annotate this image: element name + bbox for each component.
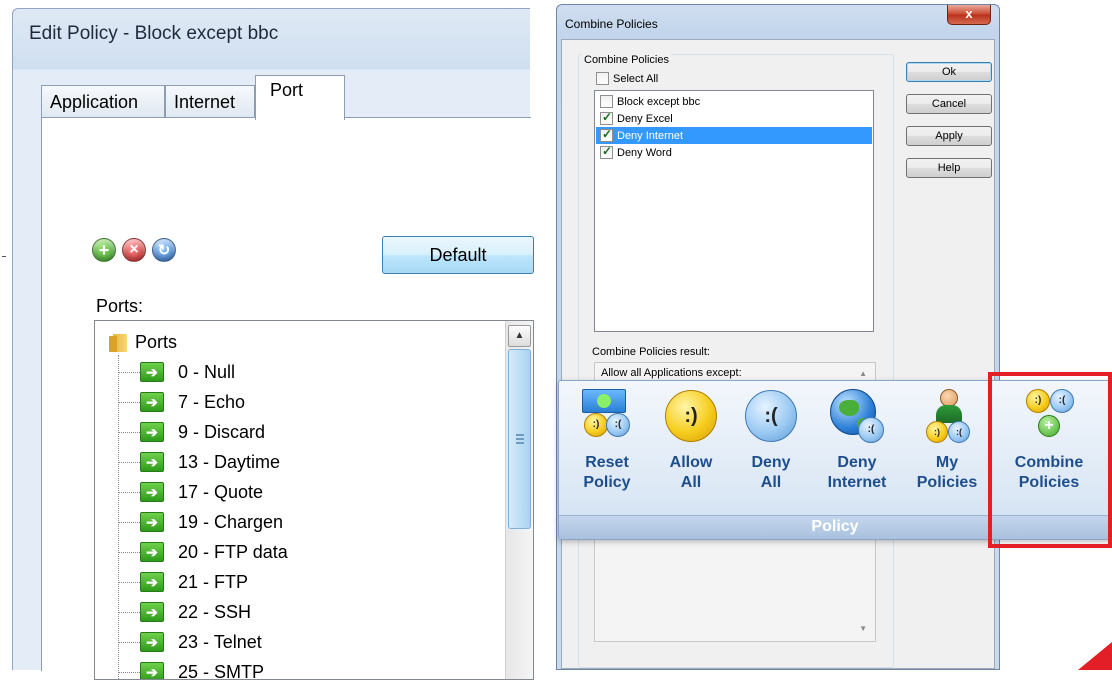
edit-policy-window: Edit Policy - Block except bbc Applicati… [12, 8, 530, 670]
arrow-right-icon: ➔ [140, 392, 164, 412]
policy-label: Deny Internet [617, 130, 683, 142]
result-text: Allow all Applications except: [601, 367, 742, 379]
ribbon-button-label: Reset Policy [583, 453, 630, 493]
tree-item-label: 17 - Quote [178, 482, 263, 503]
policy-label: Deny Word [617, 147, 672, 159]
happy-face-icon: :) [662, 387, 720, 445]
vertical-scrollbar[interactable]: ▲ [505, 321, 533, 679]
remove-icon[interactable]: × [122, 238, 146, 262]
tree-item-label: 13 - Daytime [178, 452, 280, 473]
combine-policies-dialog: Combine Policies x Combine Policies Sele… [556, 4, 1000, 670]
select-all-checkbox[interactable]: Select All [596, 72, 658, 85]
sad-face-icon: :( [742, 387, 800, 445]
tree-root[interactable]: Ports [109, 329, 177, 355]
tab-internet[interactable]: Internet [165, 85, 255, 119]
tree-item[interactable]: ➔ 22 - SSH [118, 597, 251, 627]
arrow-right-icon: ➔ [140, 482, 164, 502]
tree-item[interactable]: ➔ 7 - Echo [118, 387, 245, 417]
checkbox-checked-icon[interactable] [600, 129, 613, 142]
close-icon[interactable]: x [947, 5, 991, 25]
reset-policy-button[interactable]: :) :( Reset Policy [567, 387, 647, 513]
tree-item[interactable]: ➔ 21 - FTP [118, 567, 248, 597]
tree-item-label: 0 - Null [178, 362, 235, 383]
arrow-right-icon: ➔ [140, 602, 164, 622]
ribbon-button-label: Deny All [751, 453, 790, 493]
edge-tick [2, 256, 6, 257]
scroll-down-arrow-icon[interactable]: ▼ [859, 624, 867, 633]
arrow-right-icon: ➔ [140, 572, 164, 592]
add-icon[interactable]: + [92, 238, 116, 262]
default-button[interactable]: Default [382, 236, 534, 274]
grip-icon [516, 434, 524, 444]
dialog-body: Combine Policies Select All Block except… [561, 39, 995, 669]
globe-sad-icon: :( [828, 387, 886, 445]
tree-item[interactable]: ➔ 13 - Daytime [118, 447, 280, 477]
deny-all-button[interactable]: :( Deny All [733, 387, 809, 513]
checkbox-checked-icon[interactable] [600, 112, 613, 125]
ribbon-button-label: My Policies [917, 453, 977, 493]
deny-internet-button[interactable]: :( Deny Internet [815, 387, 899, 513]
policy-list[interactable]: Block except bbc Deny Excel Deny Interne… [594, 90, 874, 332]
ribbon-button-label: Deny Internet [828, 453, 887, 493]
group-label: Combine Policies [582, 54, 671, 66]
list-item[interactable]: Deny Internet [596, 127, 872, 144]
arrow-right-icon: ➔ [140, 632, 164, 652]
arrow-right-icon: ➔ [140, 422, 164, 442]
checkbox-icon[interactable] [596, 72, 609, 85]
scroll-up-arrow-icon[interactable]: ▲ [508, 325, 531, 347]
my-policies-button[interactable]: :) :( My Policies [905, 387, 989, 513]
port-tab-panel: + × ↻ Default Ports: Ports ➔ 0 - Null ➔ 7 … [41, 117, 531, 671]
folder-icon [109, 332, 127, 352]
tree-item-label: 22 - SSH [178, 602, 251, 623]
checkbox-icon[interactable] [600, 95, 613, 108]
policy-label: Block except bbc [617, 96, 700, 108]
dialog-title: Combine Policies [565, 17, 658, 31]
arrow-right-icon: ➔ [140, 452, 164, 472]
tree-item[interactable]: ➔ 9 - Discard [118, 417, 265, 447]
arrow-right-icon: ➔ [140, 512, 164, 532]
tree-item[interactable]: ➔ 19 - Chargen [118, 507, 283, 537]
ports-tree[interactable]: Ports ➔ 0 - Null ➔ 7 - Echo ➔ 9 - Discard ➔… [94, 320, 534, 680]
help-button[interactable]: Help [906, 158, 992, 178]
scroll-thumb[interactable] [508, 349, 531, 529]
policy-label: Deny Excel [617, 113, 673, 125]
tree-item-label: 19 - Chargen [178, 512, 283, 533]
cancel-button[interactable]: Cancel [906, 94, 992, 114]
ribbon-button-label: Allow All [670, 453, 713, 493]
tab-port[interactable]: Port [255, 75, 345, 120]
tree-item[interactable]: ➔ 23 - Telnet [118, 627, 262, 657]
allow-all-button[interactable]: :) Allow All [653, 387, 729, 513]
select-all-label: Select All [613, 73, 658, 85]
tree-item-label: 21 - FTP [178, 572, 248, 593]
ok-button[interactable]: Ok [906, 62, 992, 82]
red-arrow-icon [1078, 642, 1112, 670]
tree-item-label: 25 - SMTP [178, 662, 264, 680]
tree-item[interactable]: ➔ 25 - SMTP [118, 657, 264, 680]
ports-label: Ports: [96, 296, 143, 317]
window-title: Edit Policy - Block except bbc [29, 23, 278, 45]
scroll-up-arrow-icon[interactable]: ▲ [859, 369, 867, 378]
tree-item[interactable]: ➔ 0 - Null [118, 357, 235, 387]
tree-item[interactable]: ➔ 20 - FTP data [118, 537, 288, 567]
list-item[interactable]: Deny Excel [596, 110, 872, 127]
tree-item-label: 7 - Echo [178, 392, 245, 413]
tree-root-label: Ports [135, 332, 177, 353]
reset-policy-icon: :) :( [578, 387, 636, 445]
list-item[interactable]: Block except bbc [596, 93, 872, 110]
checkbox-checked-icon[interactable] [600, 146, 613, 159]
apply-button[interactable]: Apply [906, 126, 992, 146]
tree-item[interactable]: ➔ 17 - Quote [118, 477, 263, 507]
tree-item-label: 23 - Telnet [178, 632, 262, 653]
tab-application[interactable]: Application [41, 85, 165, 119]
user-policies-icon: :) :( [918, 387, 976, 445]
arrow-right-icon: ➔ [140, 362, 164, 382]
arrow-right-icon: ➔ [140, 542, 164, 562]
refresh-icon[interactable]: ↻ [152, 238, 176, 262]
list-item[interactable]: Deny Word [596, 144, 872, 161]
tree-item-label: 20 - FTP data [178, 542, 288, 563]
tree-item-label: 9 - Discard [178, 422, 265, 443]
highlight-box [988, 372, 1112, 548]
arrow-right-icon: ➔ [140, 662, 164, 680]
result-label: Combine Policies result: [592, 346, 710, 358]
